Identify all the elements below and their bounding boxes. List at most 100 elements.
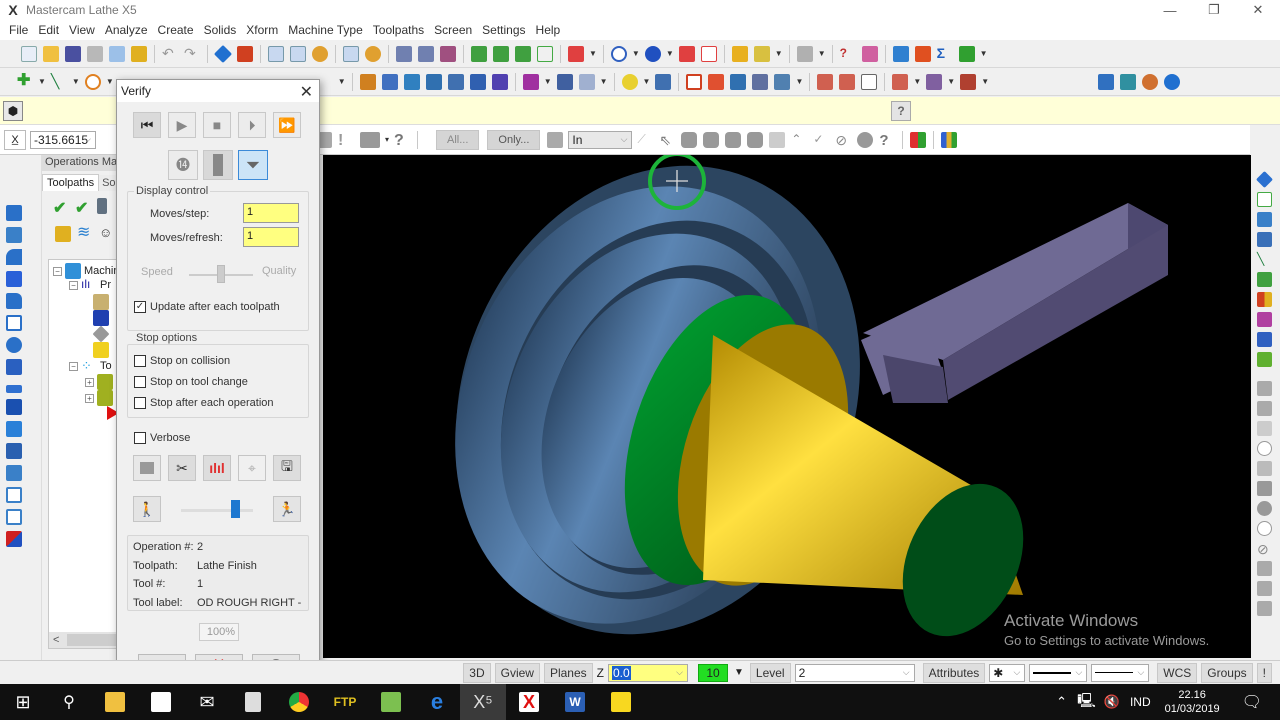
expand-icon[interactable]: + [85, 377, 94, 387]
attributes-button[interactable]: Attributes [922, 662, 986, 683]
toggle-display-icon[interactable]: ≋ [77, 225, 93, 242]
line-width-select[interactable]: ⌵ [1091, 663, 1150, 682]
speed-quality-slider-thumb[interactable] [217, 265, 225, 283]
shell-icon[interactable] [6, 315, 22, 331]
translate-3d-icon[interactable] [381, 73, 398, 90]
fillet-icon[interactable] [6, 293, 22, 309]
dropdown-arrow-icon[interactable]: ▼ [589, 49, 597, 58]
select-verify-icon[interactable]: ✓ [813, 132, 829, 148]
frame-icon[interactable] [861, 73, 878, 90]
collapse-icon[interactable]: − [69, 361, 78, 371]
surface-icon[interactable] [1257, 212, 1272, 227]
print-icon[interactable] [87, 45, 103, 62]
dropdown-arrow-icon[interactable]: ▼ [632, 49, 640, 58]
dropdown-arrow-icon[interactable]: ▼ [38, 77, 46, 86]
wcs-button[interactable]: WCS [1157, 662, 1198, 683]
show-hidden-icons-icon[interactable]: ⌃ [1056, 694, 1067, 710]
clock[interactable]: 22.16 01/03/2019 [1165, 688, 1220, 716]
simulation-speed-track[interactable] [181, 509, 253, 512]
all-button[interactable]: All... [436, 129, 480, 150]
volume-muted-icon[interactable]: 🔇 [1104, 694, 1120, 710]
machine-icon[interactable] [360, 131, 380, 148]
ghost-icon[interactable]: ☺ [99, 226, 115, 242]
menu-screen[interactable]: Screen [434, 23, 472, 37]
export-icon[interactable] [958, 45, 975, 62]
select-face-icon[interactable] [703, 131, 720, 148]
sweep-icon[interactable] [6, 249, 22, 265]
fast-speed-button[interactable]: 🏃 [273, 496, 301, 522]
globe-icon[interactable] [610, 45, 627, 62]
project-icon[interactable] [491, 73, 508, 90]
rotate-icon[interactable] [425, 73, 442, 90]
tab-toolpaths[interactable]: Toolpaths [42, 174, 100, 191]
zoom-out-icon[interactable] [365, 45, 381, 62]
tree-icon[interactable] [861, 45, 878, 62]
tag-icon[interactable] [752, 73, 769, 90]
update-after-toolpath-checkbox[interactable]: ✓ Update after each toolpath [134, 301, 280, 313]
curve-icon[interactable] [1257, 232, 1272, 247]
slow-speed-button[interactable]: 🚶 [133, 496, 161, 522]
network-icon[interactable]: 🖳 [1077, 690, 1096, 714]
menu-machine-type[interactable]: Machine Type [288, 23, 363, 37]
step-forward-button[interactable]: ⏵ [238, 112, 266, 138]
search-button[interactable]: ⚲ [46, 684, 92, 720]
tree-item-properties[interactable]: − ılı Pr [69, 277, 111, 293]
dropdown-arrow-icon[interactable]: ▼ [106, 77, 114, 86]
multi-pencil-icon[interactable] [753, 45, 770, 62]
stop-after-each-operation-checkbox[interactable]: Stop after each operation [134, 397, 274, 409]
cube-side-icon[interactable] [515, 45, 531, 62]
menu-xform[interactable]: Xform [246, 23, 278, 37]
menu-analyze[interactable]: Analyze [105, 23, 148, 37]
stop-on-tool-change-checkbox[interactable]: Stop on tool change [134, 376, 248, 388]
dropdown-arrow-icon[interactable]: ▼ [600, 77, 608, 86]
stop-on-collision-checkbox[interactable]: Stop on collision [134, 355, 230, 367]
dropdown-arrow-icon[interactable]: ▼ [666, 49, 674, 58]
close-button[interactable]: ✕ [1236, 0, 1280, 20]
checkbox-box[interactable] [134, 397, 146, 409]
tree-item-toolpath-group[interactable]: − ⁘ To [69, 358, 112, 374]
scale-icon[interactable] [447, 73, 464, 90]
hidden-line-icon[interactable] [440, 45, 456, 62]
cylinder-icon[interactable] [6, 337, 22, 353]
lines-icon[interactable] [708, 73, 725, 90]
tree-item-operation-2[interactable]: + [85, 390, 113, 406]
stock-options-button[interactable] [133, 455, 161, 481]
circle-icon[interactable] [84, 73, 101, 90]
zoom-window-icon[interactable] [268, 45, 284, 62]
pencil-icon[interactable] [731, 45, 748, 62]
mirror-icon[interactable] [403, 73, 420, 90]
point-icon[interactable]: ✚ [17, 72, 33, 90]
sphere-icon[interactable] [644, 45, 661, 62]
verify-close-button[interactable]: ✕ [300, 82, 313, 102]
color-grid-icon[interactable] [941, 131, 958, 148]
simulation-speed-thumb[interactable] [231, 500, 240, 518]
simulate-icon[interactable] [1142, 73, 1159, 90]
distance-icon[interactable] [892, 45, 909, 62]
verify-solid-icon[interactable] [1120, 73, 1137, 90]
wireframe-icon[interactable] [418, 45, 434, 62]
chain-icon[interactable] [817, 73, 834, 90]
iso-view-icon[interactable] [1257, 192, 1272, 207]
dropdown-arrow-icon[interactable]: ▼ [775, 49, 783, 58]
lock-icon[interactable] [55, 226, 71, 242]
display-stock-button[interactable]: ⓮ [168, 150, 198, 180]
help-question-icon[interactable]: ? [891, 101, 911, 121]
taskbar-calculator[interactable] [230, 684, 276, 720]
new-file-icon[interactable] [21, 45, 37, 62]
array-icon[interactable] [556, 73, 573, 90]
section-icon[interactable] [6, 487, 22, 503]
thin-wall-icon[interactable] [6, 385, 22, 393]
tool-disabled-icon[interactable] [1257, 381, 1272, 396]
tree-item-operation-1[interactable]: + [85, 374, 113, 390]
select-vector-icon[interactable]: ⟋ [637, 132, 653, 148]
horizontal-scrollbar[interactable]: < [49, 632, 125, 648]
save-stl-button[interactable]: 🖫 [273, 455, 301, 481]
quad-view-icon[interactable] [1257, 292, 1272, 307]
grid-layout-icon[interactable] [6, 509, 22, 525]
layer-disabled-icon[interactable] [1257, 561, 1272, 576]
more-button[interactable]: ! [1256, 662, 1272, 683]
collapse-icon[interactable]: − [53, 266, 62, 276]
level-select[interactable]: 2 ⌵ [794, 663, 915, 682]
dropdown-arrow-icon[interactable]: ▼ [643, 77, 651, 86]
select-dirty-ops-icon[interactable]: ✔ [75, 198, 91, 217]
